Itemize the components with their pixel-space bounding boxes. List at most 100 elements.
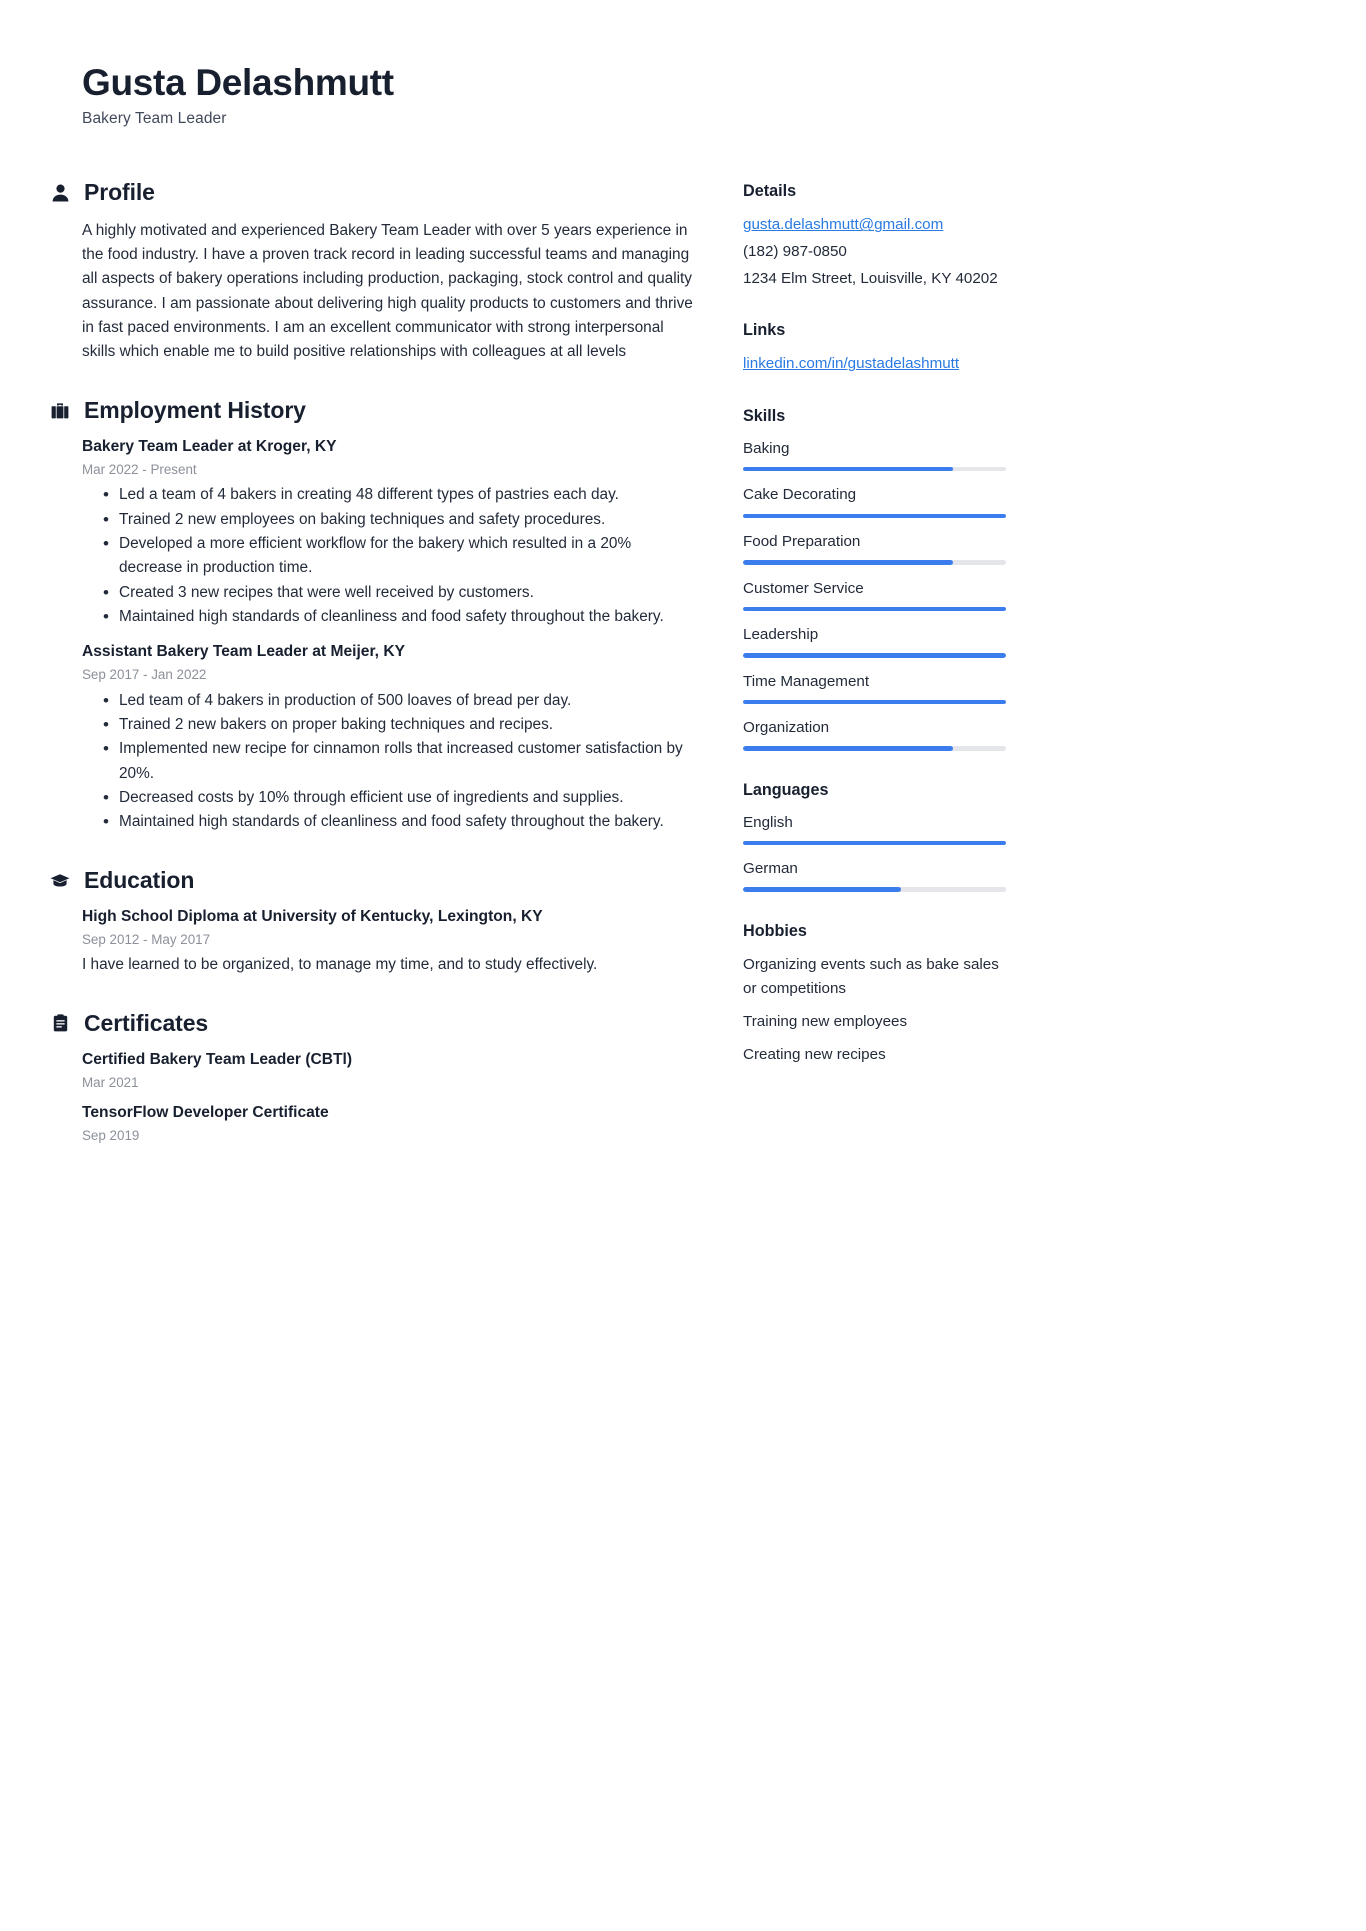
section-heading-employment: Employment History bbox=[50, 396, 695, 423]
skill-level-fill bbox=[743, 466, 954, 472]
certificate-entry-date: Mar 2021 bbox=[82, 1074, 139, 1090]
employment-entry-date: Mar 2022 - Present bbox=[82, 461, 197, 477]
sidebar-title-hobbies: Hobbies bbox=[743, 921, 807, 940]
main-column: Profile A highly motivated and experienc… bbox=[50, 180, 695, 1149]
language-level-fill bbox=[743, 887, 901, 892]
hobby-item: Training new employees bbox=[743, 1012, 908, 1030]
employment-entries: Bakery Team Leader at Kroger, KY Mar 202… bbox=[82, 436, 695, 837]
skill-level-bar bbox=[743, 746, 1006, 751]
skill-level-bar bbox=[743, 513, 1006, 518]
employment-entry-bullets: Led a team of 4 bakers in creating 48 di… bbox=[82, 482, 695, 631]
skill-label: Leadership bbox=[743, 626, 819, 644]
language-level-fill bbox=[743, 840, 1006, 846]
graduation-cap-icon bbox=[50, 870, 70, 890]
section-profile: Profile A highly motivated and experienc… bbox=[52, 180, 695, 364]
section-heading-certificates: Certificates bbox=[50, 1009, 695, 1036]
sidebar-title-details: Details bbox=[743, 182, 797, 201]
list-item: Led team of 4 bakers in production of 50… bbox=[82, 688, 695, 715]
certificate-entry-title: TensorFlow Developer Certificate bbox=[82, 1104, 329, 1122]
skill-label: Cake Decorating bbox=[743, 486, 857, 504]
skill-label: Food Preparation bbox=[743, 533, 861, 550]
certificate-entry: Certified Bakery Team Leader (CBTl) Mar … bbox=[82, 1049, 695, 1092]
sidebar-title-links: Links bbox=[743, 321, 786, 340]
skill-level-bar bbox=[743, 699, 1006, 705]
section-heading-profile: Profile bbox=[50, 180, 695, 205]
section-title-employment: Employment History bbox=[84, 396, 306, 423]
profile-text: A highly motivated and experienced Baker… bbox=[82, 221, 693, 361]
skill-item: Baking bbox=[743, 438, 1007, 472]
skill-level-fill bbox=[743, 560, 954, 565]
education-entry-description: I have learned to be organized, to manag… bbox=[82, 956, 598, 974]
section-title-certificates: Certificates bbox=[84, 1009, 209, 1036]
sidebar-section-hobbies: Hobbies Organizing events such as bake s… bbox=[743, 922, 1007, 1068]
skill-item: Time Management bbox=[743, 671, 1007, 705]
list-item: Led a team of 4 bakers in creating 48 di… bbox=[82, 482, 695, 509]
briefcase-icon bbox=[50, 400, 70, 420]
section-certificates: Certificates Certified Bakery Team Leade… bbox=[53, 1010, 695, 1146]
skill-label: Baking bbox=[743, 439, 790, 457]
list-item: Trained 2 new bakers on proper baking te… bbox=[82, 712, 695, 739]
hobby-item: Organizing events such as bake sales or … bbox=[743, 955, 999, 998]
education-entry-title: High School Diploma at University of Ken… bbox=[82, 907, 543, 925]
skill-level-bar bbox=[743, 560, 1006, 565]
list-item: Decreased costs by 10% through efficient… bbox=[82, 785, 695, 812]
skill-level-bar bbox=[743, 466, 1006, 472]
job-title-subtitle: Bakery Team Leader bbox=[82, 110, 227, 128]
education-entry-date: Sep 2012 - May 2017 bbox=[82, 931, 211, 947]
language-item: German bbox=[743, 858, 1007, 892]
skill-item: Cake Decorating bbox=[743, 484, 1007, 518]
sidebar-title-languages: Languages bbox=[743, 780, 829, 799]
employment-entry-date: Sep 2017 - Jan 2022 bbox=[82, 666, 207, 682]
list-item: Created 3 new recipes that were well rec… bbox=[82, 580, 695, 607]
list-item: Maintained high standards of cleanliness… bbox=[82, 809, 695, 836]
language-item: English bbox=[743, 812, 1007, 846]
employment-entry-title: Bakery Team Leader at Kroger, KY bbox=[82, 438, 337, 455]
employment-entry-bullets: Led team of 4 bakers in production of 50… bbox=[82, 688, 695, 837]
address: 1234 Elm Street, Louisville, KY 40202 bbox=[743, 269, 998, 287]
person-icon bbox=[50, 183, 70, 203]
skill-label: Time Management bbox=[743, 672, 870, 690]
skill-level-fill bbox=[743, 746, 954, 751]
language-label: English bbox=[743, 813, 793, 831]
skill-level-fill bbox=[743, 513, 1006, 518]
sidebar-section-links: Links linkedin.com/in/gustadelashmutt bbox=[743, 321, 1007, 377]
skill-level-bar bbox=[743, 653, 1006, 658]
email-link[interactable]: gusta.delashmutt@gmail.com bbox=[743, 213, 1007, 238]
certificate-entry-title: Certified Bakery Team Leader (CBTl) bbox=[82, 1050, 353, 1068]
sidebar-section-skills: Skills Baking Cake Decorating Food Prepa… bbox=[743, 407, 1007, 751]
list-item: Maintained high standards of cleanliness… bbox=[82, 604, 695, 631]
section-title-education: Education bbox=[84, 866, 195, 893]
skill-item: Leadership bbox=[743, 624, 1007, 658]
sidebar-column: Details gusta.delashmutt@gmail.com (182)… bbox=[743, 180, 1007, 1067]
list-item: Trained 2 new employees on baking techni… bbox=[82, 507, 695, 534]
list-item: Implemented new recipe for cinnamon roll… bbox=[82, 736, 695, 786]
employment-entry: Assistant Bakery Team Leader at Meijer, … bbox=[82, 641, 695, 837]
linkedin-link[interactable]: linkedin.com/in/gustadelashmutt bbox=[743, 352, 1007, 377]
skill-level-fill bbox=[743, 606, 1006, 612]
skill-level-fill bbox=[743, 653, 1006, 658]
language-level-bar bbox=[743, 887, 1006, 892]
language-label: German bbox=[743, 860, 798, 878]
section-education: Education High School Diploma at Univers… bbox=[50, 867, 695, 978]
resume-body: Profile A highly motivated and experienc… bbox=[50, 180, 1035, 1149]
resume-page: Gusta Delashmutt Bakery Team Leader Prof… bbox=[0, 0, 1100, 1931]
section-employment-history: Employment History Bakery Team Leader at… bbox=[51, 397, 695, 837]
skill-label: Organization bbox=[743, 719, 830, 737]
sidebar-section-languages: Languages English German bbox=[743, 781, 1007, 892]
employment-entry: Bakery Team Leader at Kroger, KY Mar 202… bbox=[82, 436, 695, 631]
skill-label: Customer Service bbox=[743, 579, 864, 597]
employment-entry-title: Assistant Bakery Team Leader at Meijer, … bbox=[82, 643, 405, 661]
phone-number: (182) 987-0850 bbox=[743, 243, 847, 261]
skill-level-fill bbox=[743, 699, 1006, 705]
education-entry: High School Diploma at University of Ken… bbox=[82, 906, 695, 978]
sidebar-section-details: Details gusta.delashmutt@gmail.com (182)… bbox=[743, 182, 1007, 291]
section-title-profile: Profile bbox=[84, 179, 155, 206]
section-heading-education: Education bbox=[50, 866, 695, 893]
certificate-entry: TensorFlow Developer Certificate Sep 201… bbox=[82, 1102, 695, 1145]
list-item: Developed a more efficient workflow for … bbox=[82, 531, 695, 581]
clipboard-icon bbox=[50, 1013, 70, 1033]
language-level-bar bbox=[743, 840, 1006, 846]
hobby-item: Creating new recipes bbox=[743, 1045, 886, 1063]
skill-item: Food Preparation bbox=[743, 531, 1007, 565]
sidebar-title-skills: Skills bbox=[743, 406, 786, 425]
